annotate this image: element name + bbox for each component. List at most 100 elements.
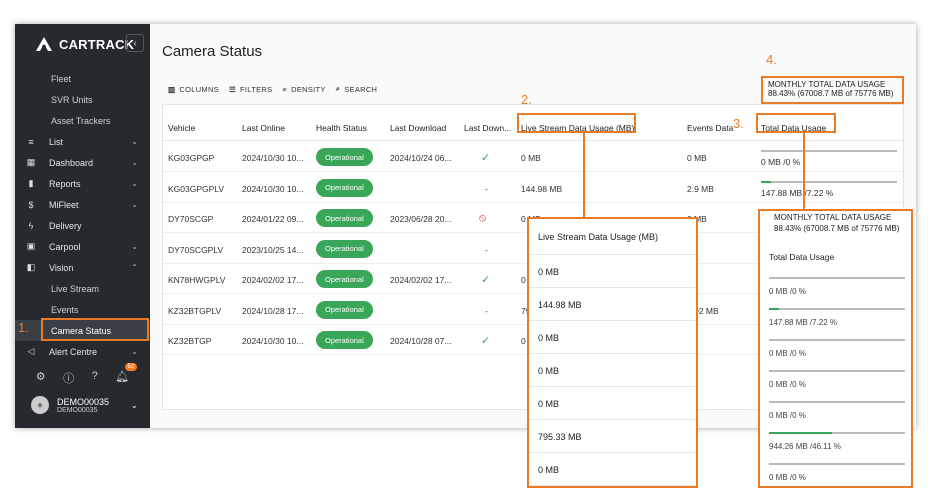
sidebar-item-reports[interactable]: ▮ Reports ⌄	[15, 173, 150, 194]
collapse-sidebar-button[interactable]: ‹	[126, 34, 144, 52]
usage-progress-fill	[769, 308, 779, 310]
sidebar-item-asset-trackers[interactable]: Asset Trackers	[15, 110, 150, 131]
sidebar-item-label: Asset Trackers	[51, 115, 111, 126]
sidebar-item-label: MiFleet	[49, 199, 79, 210]
sidebar-item-delivery[interactable]: ϟ Delivery	[15, 215, 150, 236]
vehicle-cell: KN78HWGPLV	[168, 275, 226, 285]
cartrack-logo-icon	[36, 37, 52, 51]
column-header[interactable]: Last Online	[242, 123, 285, 133]
help-icon[interactable]: ?	[92, 370, 98, 386]
check-icon: ✓	[481, 152, 491, 164]
sidebar-item-icon: ϟ	[28, 220, 34, 231]
callout-number-2: 2.	[521, 92, 532, 107]
columns-icon: ▥	[168, 84, 176, 94]
panel-row: 0 MB	[529, 453, 696, 486]
columns-label: COLUMNS	[179, 84, 219, 94]
sidebar-item-label: Events	[51, 304, 79, 315]
column-header[interactable]: Vehicle	[168, 123, 195, 133]
status-badge: Operational	[316, 178, 373, 197]
sidebar-item-label: Vision	[49, 262, 74, 273]
sidebar-item-dashboard[interactable]: ▦ Dashboard ⌄	[15, 152, 150, 173]
sidebar-item-vision[interactable]: ◧ Vision ⌃	[15, 257, 150, 278]
connector-line	[803, 133, 805, 209]
sidebar-item-icon: $	[28, 199, 34, 210]
user-id: DEMO00035	[57, 406, 98, 414]
vehicle-cell: KZ32BTGP	[168, 336, 212, 346]
brand-name: CARTRACK	[59, 36, 135, 52]
column-header[interactable]: Health Status	[316, 123, 367, 133]
sidebar: CARTRACK ‹ Fleet SVR Units Asset Trackers ≡…	[15, 24, 150, 428]
sidebar-item-mifleet[interactable]: $ MiFleet ⌄	[15, 194, 150, 215]
total-usage-value: 944.26 MB /46.11 %	[769, 442, 841, 451]
density-icon: ≡	[282, 84, 288, 94]
sidebar-item-events[interactable]: Events	[15, 299, 150, 320]
total-usage-value: 147.88 MB /7.22 %	[769, 318, 838, 327]
info-icon[interactable]: ⓘ	[63, 370, 74, 386]
monthly-usage-value: 88.43% (67008.7 MB of 75776 MB)	[768, 89, 894, 98]
monthly-usage-value: 88.43% (67008.7 MB of 75776 MB)	[774, 224, 900, 233]
last-download-cell: 2024/10/28 07...	[390, 336, 452, 346]
column-header[interactable]: Last Down...	[464, 123, 511, 133]
monthly-usage-label: MONTHLY TOTAL DATA USAGE	[768, 80, 886, 89]
callout-number-3: 3.	[733, 116, 744, 131]
search-label: SEARCH	[344, 84, 378, 94]
status-dash-cell: -	[485, 183, 488, 194]
sidebar-item-svr-units[interactable]: SVR Units	[15, 89, 150, 110]
last-online-cell: 2024/10/28 17...	[242, 305, 304, 316]
filters-button[interactable]: ☰ FILTERS	[229, 84, 272, 94]
column-header[interactable]: Last Download	[390, 123, 446, 133]
sidebar-item-live-stream[interactable]: Live Stream	[15, 278, 150, 299]
sidebar-item-icon: ▣	[26, 241, 36, 251]
total-usage-value: 0 MB /0 %	[769, 380, 806, 389]
total-usage-header-highlight	[756, 113, 836, 133]
chevron-icon: ⌄	[131, 242, 138, 251]
avatar: ●	[31, 396, 49, 414]
usage-progress-bar	[769, 432, 905, 434]
sidebar-item-icon: ◁	[27, 346, 35, 356]
callout-number-1: 1.	[18, 320, 29, 335]
chevron-icon: ⌄	[131, 179, 138, 188]
sidebar-item-list[interactable]: ≡ List ⌄	[15, 131, 150, 152]
callout-number-4: 4.	[766, 52, 777, 67]
total-usage-value: 0 MB /0 %	[769, 287, 806, 296]
sidebar-item-label: Live Stream	[51, 283, 100, 294]
live-stream-value: 0 MB	[538, 465, 560, 475]
sidebar-utility-icons: ⚙ ⓘ ? 🔔︎ 52	[15, 363, 150, 386]
live-stream-header-highlight	[517, 113, 636, 133]
table-row[interactable]: KG03GPGPLV 2024/10/30 10... Operational - 14…	[163, 173, 903, 203]
filters-label: FILTERS	[240, 84, 273, 94]
sidebar-item-label: Fleet	[51, 73, 72, 84]
column-header[interactable]: Events Data	[687, 123, 733, 133]
user-menu[interactable]: ● DEMO00035 DEMO00035 ⌄	[31, 396, 138, 414]
settings-icon[interactable]: ⚙	[36, 370, 46, 386]
live-stream-cell: 0	[521, 275, 526, 285]
total-usage-value: 0 MB /0 %	[769, 411, 806, 420]
table-row[interactable]: KG03GPGP 2024/10/30 10... Operational 2024/…	[163, 142, 903, 172]
columns-button[interactable]: ▥ COLUMNS	[168, 84, 219, 94]
live-stream-cell: 0	[521, 336, 526, 346]
live-stream-cell: 0 MB	[521, 153, 541, 163]
prohibited-icon: ⦸	[479, 212, 487, 224]
last-online-cell: 2024/10/30 10...	[242, 183, 304, 194]
sidebar-item-icon: ▦	[26, 157, 36, 167]
status-badge: Operational	[316, 148, 373, 166]
panel-row: 0 MB	[529, 387, 696, 420]
sidebar-item-label: List	[49, 136, 64, 147]
density-button[interactable]: ≡ DENSITY	[282, 84, 325, 94]
last-online-cell: 2024/02/02 17...	[242, 275, 304, 285]
search-button[interactable]: ⌕ SEARCH	[336, 84, 378, 94]
status-badge: Operational	[316, 239, 373, 258]
sidebar-item-carpool[interactable]: ▣ Carpool ⌄	[15, 236, 150, 257]
sidebar-item-alert-centre[interactable]: ◁ Alert Centre ⌄	[15, 341, 150, 362]
panel-header: Live Stream Data Usage (MB)	[529, 219, 696, 255]
chevron-icon: ⌄	[131, 347, 138, 356]
notification-bell-icon[interactable]: 🔔︎ 52	[115, 363, 138, 386]
panel-row: 0 MB	[529, 321, 696, 354]
live-stream-value: 0 MB	[538, 333, 560, 343]
usage-progress-bar	[769, 401, 905, 403]
last-online-cell: 2024/01/22 09...	[242, 214, 304, 224]
check-icon: ✓	[481, 335, 491, 347]
page-title: Camera Status	[162, 43, 263, 60]
sidebar-item-fleet[interactable]: Fleet	[15, 68, 150, 89]
check-icon: ✓	[481, 274, 491, 286]
